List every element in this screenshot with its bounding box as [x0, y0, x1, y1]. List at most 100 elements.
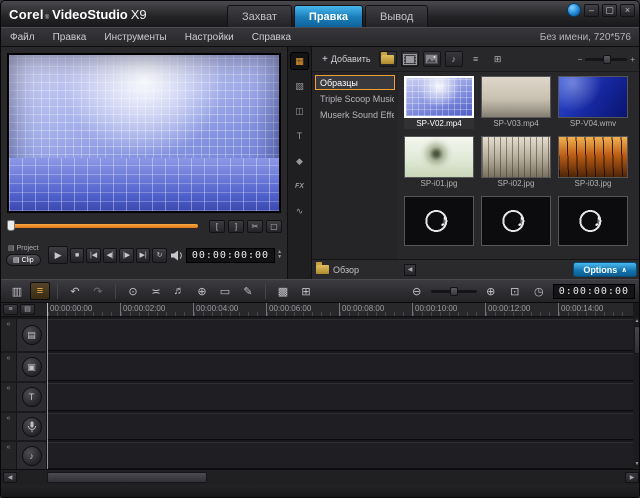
scroll-left-icon[interactable]: ◀	[3, 472, 17, 483]
list-view-icon[interactable]: ≡	[467, 51, 485, 67]
zoom-out-icon[interactable]: ⊖	[407, 282, 427, 300]
play-button[interactable]: ▶	[48, 246, 68, 264]
library-item[interactable]: ♪	[404, 196, 474, 246]
timecode-spinner[interactable]: ▲ ▼	[277, 250, 282, 260]
vertical-scroll-thumb[interactable]	[634, 326, 640, 354]
maximize-button[interactable]: ▢	[602, 4, 617, 17]
mark-out-button[interactable]: ]	[228, 220, 244, 233]
library-item[interactable]: SP-i03.jpg	[558, 136, 628, 189]
split-clip-icon[interactable]: ✂	[247, 220, 263, 233]
prev-frame-button[interactable]: ◀|	[103, 248, 118, 263]
library-item[interactable]: SP-i02.jpg	[481, 136, 551, 189]
audio-filter-icon[interactable]: ♪	[445, 51, 463, 67]
scrubber-handle[interactable]	[7, 220, 15, 231]
go-end-button[interactable]: ▶|	[136, 248, 151, 263]
music-track-header[interactable]: ♪	[17, 442, 47, 469]
media-category-icon[interactable]: ▦	[290, 52, 309, 70]
grid-view-icon[interactable]: ⊞	[489, 51, 507, 67]
auto-music-icon[interactable]: ♬	[169, 282, 189, 300]
overlay-track-icon[interactable]: ▣	[22, 357, 42, 377]
painting-creator-icon[interactable]: ✎	[238, 282, 258, 300]
video-filter-icon[interactable]	[401, 51, 419, 67]
help-icon[interactable]	[567, 3, 581, 17]
timeline-ruler[interactable]: 00:00:00:00 00:00:02:00 00:00:04:00 00:0…	[47, 303, 633, 317]
timeline-zoom-handle[interactable]	[450, 287, 458, 296]
video-track-icon[interactable]: ▤	[22, 325, 42, 345]
voice-track-icon[interactable]	[22, 417, 42, 437]
folder-triple-scoop[interactable]: Triple Scoop Music	[315, 91, 395, 106]
minimize-button[interactable]: –	[584, 4, 599, 17]
track-collapse-icon[interactable]: «	[1, 383, 17, 411]
image-thumbnail[interactable]	[481, 136, 551, 178]
storyboard-view-icon[interactable]: ▥	[7, 282, 27, 300]
volume-icon[interactable]	[171, 250, 184, 261]
tab-capture[interactable]: Захват	[227, 5, 292, 27]
audio-thumbnail[interactable]: ♪	[404, 196, 474, 246]
voice-track-lane[interactable]	[47, 413, 633, 440]
repeat-button[interactable]: ↻	[152, 248, 167, 263]
video-thumbnail[interactable]	[481, 76, 551, 118]
image-thumbnail[interactable]	[404, 136, 474, 178]
music-track-icon[interactable]: ♪	[22, 446, 42, 466]
tab-share[interactable]: Вывод	[365, 5, 428, 27]
library-item[interactable]: SP-V02.mp4	[404, 76, 474, 129]
motion-path-category-icon[interactable]: ∿	[290, 202, 309, 220]
scroll-right-icon[interactable]: ▶	[625, 472, 639, 483]
preview-video[interactable]	[7, 53, 281, 213]
overlay-track-header[interactable]: ▣	[17, 353, 47, 381]
redo-icon[interactable]: ↷	[88, 282, 108, 300]
image-thumbnail[interactable]	[558, 136, 628, 178]
voice-track-header[interactable]	[17, 413, 47, 440]
library-item[interactable]: SP-i01.jpg	[404, 136, 474, 189]
add-folder-button[interactable]: + Добавить	[318, 52, 375, 67]
mark-in-button[interactable]: [	[209, 220, 225, 233]
menu-edit[interactable]: Правка	[44, 28, 96, 46]
track-collapse-icon[interactable]: «	[1, 319, 17, 351]
track-list-icon[interactable]: ≡	[3, 304, 18, 315]
menu-settings[interactable]: Настройки	[176, 28, 243, 46]
zoom-plus-icon[interactable]: +	[630, 55, 635, 64]
go-start-button[interactable]: |◀	[86, 248, 101, 263]
overlay-track-lane[interactable]	[47, 353, 633, 381]
scroll-down-icon[interactable]: ▼	[635, 460, 640, 469]
menu-tools[interactable]: Инструменты	[95, 28, 175, 46]
video-thumbnail[interactable]	[558, 76, 628, 118]
music-track-lane[interactable]	[47, 442, 633, 469]
fit-project-icon[interactable]: ⊡	[505, 282, 525, 300]
tab-edit[interactable]: Правка	[294, 5, 363, 27]
library-item[interactable]: SP-V03.mp4	[481, 76, 551, 129]
audio-thumbnail[interactable]: ♪	[558, 196, 628, 246]
track-collapse-icon[interactable]: «	[1, 442, 17, 469]
thumbnail-zoom-slider[interactable]	[585, 58, 627, 61]
video-thumbnail[interactable]	[404, 76, 474, 118]
menu-file[interactable]: Файл	[1, 28, 44, 46]
enlarge-preview-icon[interactable]: ▢	[266, 220, 282, 233]
clip-mode-button[interactable]: ▤ Clip	[6, 254, 41, 266]
title-track-lane[interactable]	[47, 383, 633, 411]
zoom-minus-icon[interactable]: −	[578, 55, 583, 64]
browse-button[interactable]: Обзор	[316, 265, 359, 275]
graphic-category-icon[interactable]: ◆	[290, 152, 309, 170]
timeline-vertical-scrollbar[interactable]: ▲ ▼	[633, 317, 640, 469]
spin-down-icon[interactable]: ▼	[277, 255, 282, 260]
zoom-in-icon[interactable]: ⊕	[481, 282, 501, 300]
thumbnail-zoom-handle[interactable]	[603, 55, 611, 64]
menu-help[interactable]: Справка	[243, 28, 300, 46]
timeline-horizontal-scrollbar[interactable]: ◀ ▶	[1, 469, 640, 485]
subtitle-editor-icon[interactable]: ▭	[215, 282, 235, 300]
track-manager-icon[interactable]: ⊞	[296, 282, 316, 300]
video-track-header[interactable]: ▤	[17, 319, 47, 351]
playhead-line[interactable]	[47, 303, 48, 469]
multi-trim-icon[interactable]: ▩	[273, 282, 293, 300]
title-track-header[interactable]: T	[17, 383, 47, 411]
motion-tracking-icon[interactable]: ⊕	[192, 282, 212, 300]
folder-samples[interactable]: Образцы	[315, 75, 395, 90]
undo-icon[interactable]: ↶	[65, 282, 85, 300]
next-frame-button[interactable]: |▶	[119, 248, 134, 263]
scroll-up-icon[interactable]: ▲	[635, 317, 640, 326]
folder-muserk[interactable]: Muserk Sound Effect	[315, 107, 395, 122]
title-category-icon[interactable]: T	[290, 127, 309, 145]
transition-category-icon[interactable]: ◫	[290, 102, 309, 120]
track-collapse-icon[interactable]: «	[1, 413, 17, 440]
options-button[interactable]: Options ∧	[573, 262, 637, 277]
